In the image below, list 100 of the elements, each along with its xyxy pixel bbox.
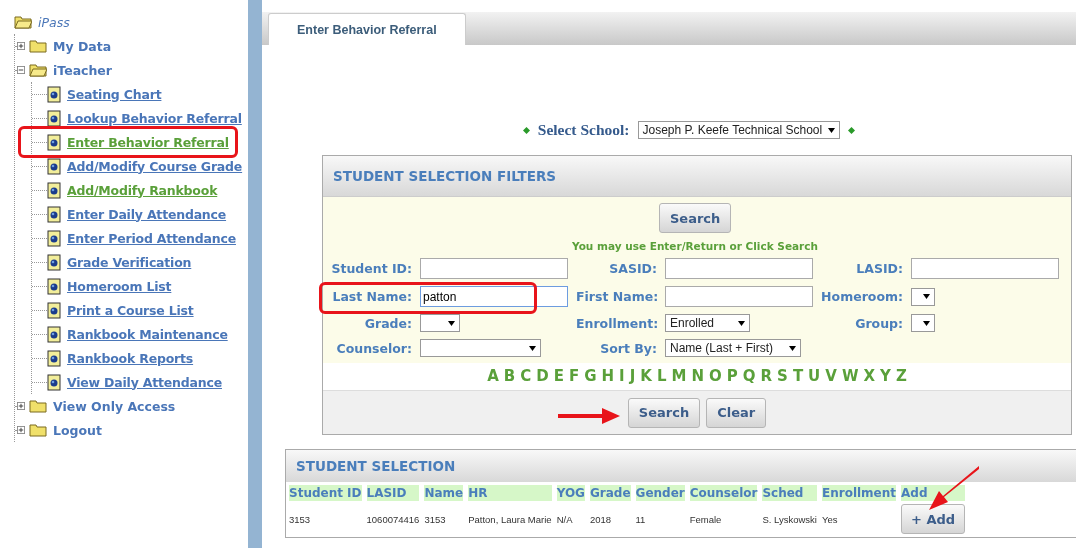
clear-button[interactable]: Clear — [706, 397, 767, 428]
letter-link[interactable]: L — [656, 367, 667, 385]
tree-link[interactable]: Enter Behavior Referral — [67, 134, 229, 150]
dropdown-arrow-icon — [923, 320, 930, 326]
document-icon — [47, 277, 61, 295]
expand-icon[interactable] — [17, 426, 25, 434]
column-header: HR — [468, 485, 552, 501]
document-icon — [47, 349, 61, 367]
tab[interactable]: Enter Behavior Referral — [268, 13, 466, 45]
column-header: Sched — [762, 485, 817, 501]
letter-link[interactable]: A — [487, 367, 499, 385]
letter-link[interactable]: O — [708, 367, 722, 385]
field-label: SASID: — [609, 261, 657, 276]
letter-link[interactable]: E — [553, 367, 564, 385]
folder-icon — [29, 63, 47, 77]
column-header: Grade — [589, 485, 631, 501]
dropdown-arrow-icon — [828, 127, 836, 133]
letter-link[interactable]: V — [825, 367, 837, 385]
school-dropdown[interactable]: Joseph P. Keefe Technical School — [637, 121, 841, 139]
document-icon — [47, 205, 61, 223]
letter-link[interactable]: P — [726, 367, 738, 385]
dropdown[interactable]: Name (Last + First) — [665, 339, 801, 357]
tree-link[interactable]: Add/Modify Course Grade — [67, 158, 243, 174]
letter-link[interactable]: T — [792, 367, 804, 385]
text-field[interactable]: patton — [420, 286, 568, 307]
document-icon — [47, 85, 61, 103]
tree-link[interactable]: Homeroom List — [67, 278, 172, 294]
field-label: Counselor: — [336, 340, 412, 356]
expand-icon[interactable] — [17, 42, 25, 50]
tree-folder-label[interactable]: Logout — [53, 422, 102, 438]
field-label: LASID: — [856, 261, 903, 276]
add-button[interactable]: + Add — [901, 504, 966, 534]
column-header: Student ID — [289, 485, 362, 501]
column-header: LASID — [366, 485, 420, 501]
search-button[interactable]: Search — [627, 397, 701, 428]
tree-link[interactable]: Rankbook Maintenance — [67, 326, 228, 342]
hint-text: You may use Enter/Return or Click Search — [572, 240, 818, 252]
table-cell-text: 2018 — [589, 512, 613, 527]
tree-folder-label[interactable]: My Data — [53, 38, 112, 54]
letter-link[interactable]: C — [520, 367, 532, 385]
letter-link[interactable]: H — [601, 367, 615, 385]
tree-folder-label[interactable]: View Only Access — [53, 398, 176, 414]
tree-link[interactable]: Enter Period Attendance — [67, 230, 236, 246]
letter-link[interactable]: D — [536, 367, 549, 385]
panel-header: STUDENT SELECTION — [286, 450, 1076, 482]
tree-link[interactable]: Lookup Behavior Referral — [67, 110, 242, 126]
letter-link[interactable]: I — [619, 367, 625, 385]
table-cell-text: 1060074416 — [366, 512, 420, 527]
table-cell-text: N/A — [556, 512, 574, 527]
document-icon — [47, 301, 61, 319]
text-field[interactable] — [911, 258, 1059, 279]
tree-link[interactable]: Seating Chart — [67, 86, 162, 102]
letter-link[interactable]: U — [808, 367, 821, 385]
letter-link[interactable]: M — [671, 367, 687, 385]
text-field[interactable] — [665, 286, 813, 307]
tree-link[interactable]: Print a Course List — [67, 302, 194, 318]
column-header: Name — [424, 485, 464, 501]
tree-root-label[interactable]: iPass — [38, 14, 70, 30]
field-label: Student ID: — [331, 261, 412, 276]
letter-link[interactable]: W — [841, 367, 859, 385]
field-label: Sort By: — [600, 340, 657, 356]
tree-link[interactable]: Enter Daily Attendance — [67, 206, 227, 222]
dropdown[interactable] — [420, 314, 460, 332]
dropdown[interactable] — [911, 287, 935, 306]
collapse-icon[interactable] — [17, 66, 25, 74]
letter-link[interactable]: Z — [895, 367, 907, 385]
letter-link[interactable]: F — [568, 367, 580, 385]
letter-link[interactable]: K — [640, 367, 652, 385]
document-icon — [47, 229, 61, 247]
text-field[interactable] — [420, 258, 568, 279]
tree-link[interactable]: Add/Modify Rankbook — [67, 182, 218, 198]
letter-link[interactable]: N — [691, 367, 704, 385]
column-header: Enrollment — [822, 485, 897, 501]
letter-link[interactable]: Y — [880, 367, 891, 385]
field-label: Enrollment: — [576, 315, 659, 331]
letter-link[interactable]: B — [503, 367, 516, 385]
document-icon — [47, 325, 61, 343]
letter-link[interactable]: X — [863, 367, 876, 385]
table-cell-text: Yes — [822, 512, 839, 527]
tree-link[interactable]: View Daily Attendance — [67, 374, 222, 390]
dropdown-arrow-icon — [448, 320, 455, 326]
tree-folder-label[interactable]: iTeacher — [53, 62, 112, 78]
document-icon — [47, 373, 61, 391]
dropdown[interactable]: Enrolled — [665, 314, 750, 332]
letter-link[interactable]: Q — [742, 367, 756, 385]
letter-link[interactable]: G — [584, 367, 597, 385]
letter-link[interactable]: R — [760, 367, 773, 385]
letter-link[interactable]: S — [777, 367, 788, 385]
table-cell-text: Patton, Laura Marie — [468, 512, 552, 527]
expand-icon[interactable] — [17, 402, 25, 410]
folder-icon — [29, 39, 47, 53]
tree-link[interactable]: Rankbook Reports — [67, 350, 194, 366]
table-cell-text: Female — [689, 512, 723, 527]
dropdown[interactable] — [911, 314, 935, 332]
tree-link[interactable]: Grade Verification — [67, 254, 192, 270]
table-cell-text: 3153 — [289, 512, 312, 527]
table-cell-text: 3153 — [424, 512, 447, 527]
search-button[interactable]: Search — [659, 203, 731, 233]
text-field[interactable] — [665, 258, 813, 279]
letter-link[interactable]: J — [629, 367, 636, 385]
